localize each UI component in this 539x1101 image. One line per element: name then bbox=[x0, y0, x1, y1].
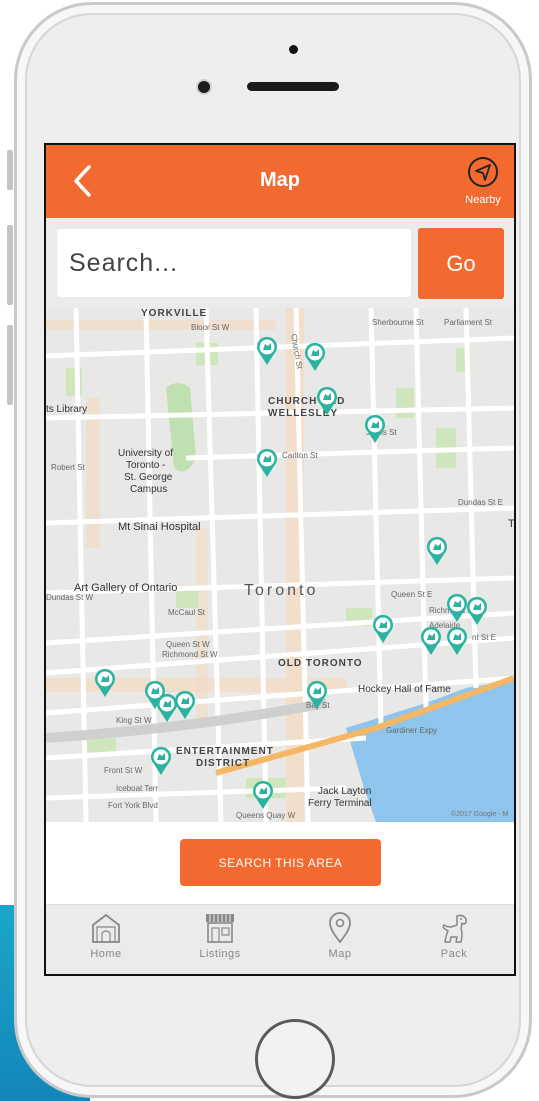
map-label-hockey: Hockey Hall of Fame bbox=[358, 684, 451, 695]
map-label-queen-w: Queen St W bbox=[166, 640, 210, 649]
dog-park-marker-icon[interactable] bbox=[150, 746, 172, 776]
search-area-strip: SEARCH THIS AREA bbox=[46, 822, 514, 904]
volume-up-button bbox=[7, 225, 13, 305]
search-input[interactable] bbox=[57, 229, 411, 297]
dog-park-marker-icon[interactable] bbox=[256, 448, 278, 478]
map-label-sinai: Mt Sinai Hospital bbox=[118, 521, 201, 533]
map-label-front: Front St W bbox=[104, 766, 143, 775]
dog-park-marker-icon[interactable] bbox=[256, 336, 278, 366]
map-label-university-2: Toronto - bbox=[126, 460, 166, 471]
map-copyright: ©2017 Google - M bbox=[451, 811, 509, 818]
app-screen: Map Nearby Go bbox=[44, 143, 516, 976]
map-label-robert: Robert St bbox=[51, 463, 85, 472]
dog-park-marker-icon[interactable] bbox=[420, 626, 442, 656]
dog-park-marker-icon[interactable] bbox=[316, 386, 338, 416]
map-label-king: King St W bbox=[116, 716, 152, 725]
dog-park-marker-icon[interactable] bbox=[446, 593, 468, 623]
mute-switch bbox=[7, 150, 13, 190]
front-camera bbox=[198, 81, 210, 93]
map-label-dundas-w: Dundas St W bbox=[46, 593, 94, 602]
map-label-fort-york: Fort York Blvd bbox=[108, 801, 158, 810]
map-label-parliament: Parliament St bbox=[444, 318, 493, 327]
map-label-t-edge: T bbox=[508, 518, 514, 530]
volume-down-button bbox=[7, 325, 13, 405]
dog-park-marker-icon[interactable] bbox=[466, 596, 488, 626]
map-label-university-3: St. George bbox=[124, 472, 173, 483]
dog-park-marker-icon[interactable] bbox=[306, 680, 328, 710]
tab-map-label: Map bbox=[328, 948, 352, 960]
tab-listings-label: Listings bbox=[199, 948, 241, 960]
map-label-richmond-w: Richmond St W bbox=[162, 650, 218, 659]
dog-park-marker-icon[interactable] bbox=[372, 614, 394, 644]
dog-park-marker-icon[interactable] bbox=[252, 780, 274, 810]
home-button[interactable] bbox=[255, 1019, 335, 1099]
nearby-label: Nearby bbox=[465, 194, 501, 206]
map-label-queens-quay-w: Queens Quay W bbox=[236, 811, 296, 820]
nearby-button[interactable]: Nearby bbox=[454, 155, 512, 211]
map-label-library: ts Library bbox=[46, 404, 88, 415]
map-label-university-1: University of bbox=[118, 448, 174, 459]
tab-home-label: Home bbox=[90, 948, 122, 960]
dog-park-marker-icon[interactable] bbox=[94, 668, 116, 698]
map-label-toronto: Toronto bbox=[244, 582, 319, 599]
search-this-area-button[interactable]: SEARCH THIS AREA bbox=[180, 839, 381, 886]
map-label-mccaul: McCaul St bbox=[168, 608, 205, 617]
earpiece-speaker bbox=[247, 82, 339, 91]
dog-park-marker-icon[interactable] bbox=[446, 626, 468, 656]
map-label-carlton: Carlton St bbox=[282, 451, 318, 460]
tab-home[interactable]: Home bbox=[66, 911, 146, 973]
dog-park-marker-icon[interactable] bbox=[304, 342, 326, 372]
tab-listings[interactable]: Listings bbox=[180, 911, 260, 973]
tab-pack[interactable]: Pack bbox=[414, 911, 494, 973]
dog-icon bbox=[442, 914, 467, 943]
top-nav-bar: Map Nearby bbox=[46, 145, 514, 218]
page-title: Map bbox=[260, 169, 300, 191]
map-label-gardiner: Gardiner Expy bbox=[386, 726, 438, 735]
map-pin-icon bbox=[329, 912, 351, 944]
tab-pack-label: Pack bbox=[440, 948, 468, 960]
bottom-tab-bar: Home Listings Map Pack bbox=[46, 904, 514, 974]
map-label-iceboat: Iceboat Terr bbox=[116, 784, 159, 793]
dog-park-marker-icon[interactable] bbox=[174, 690, 196, 720]
dog-park-marker-icon[interactable] bbox=[364, 414, 386, 444]
map-label-jack-2: Ferry Terminal bbox=[308, 798, 372, 809]
map-label-dundas-e: Dundas St E bbox=[458, 498, 503, 507]
house-icon bbox=[92, 913, 120, 943]
map-label-old-toronto: OLD TORONTO bbox=[278, 658, 363, 669]
map-view[interactable]: YORKVILLE Bloor St W CHURCH AND WELLESLE… bbox=[46, 308, 514, 822]
map-label-queen-e: Queen St E bbox=[391, 590, 433, 599]
map-label-bloor: Bloor St W bbox=[191, 323, 230, 332]
map-label-entertainment-1: ENTERTAINMENT bbox=[176, 746, 274, 757]
map-label-entertainment-2: DISTRICT bbox=[196, 758, 251, 769]
map-label-yorkville: YORKVILLE bbox=[141, 308, 208, 319]
map-label-lake-st-e: nt St E bbox=[472, 633, 497, 642]
storefront-icon bbox=[206, 914, 234, 943]
go-button[interactable]: Go bbox=[418, 228, 504, 299]
map-label-sherbourne: Sherbourne St bbox=[372, 318, 424, 327]
dog-park-marker-icon[interactable] bbox=[426, 536, 448, 566]
proximity-sensor bbox=[289, 45, 298, 54]
navigation-arrow-icon bbox=[468, 157, 498, 187]
search-bar: Go bbox=[46, 218, 514, 308]
tab-map[interactable]: Map bbox=[300, 911, 380, 973]
map-label-jack-1: Jack Layton bbox=[318, 786, 372, 797]
map-label-university-4: Campus bbox=[130, 484, 168, 495]
